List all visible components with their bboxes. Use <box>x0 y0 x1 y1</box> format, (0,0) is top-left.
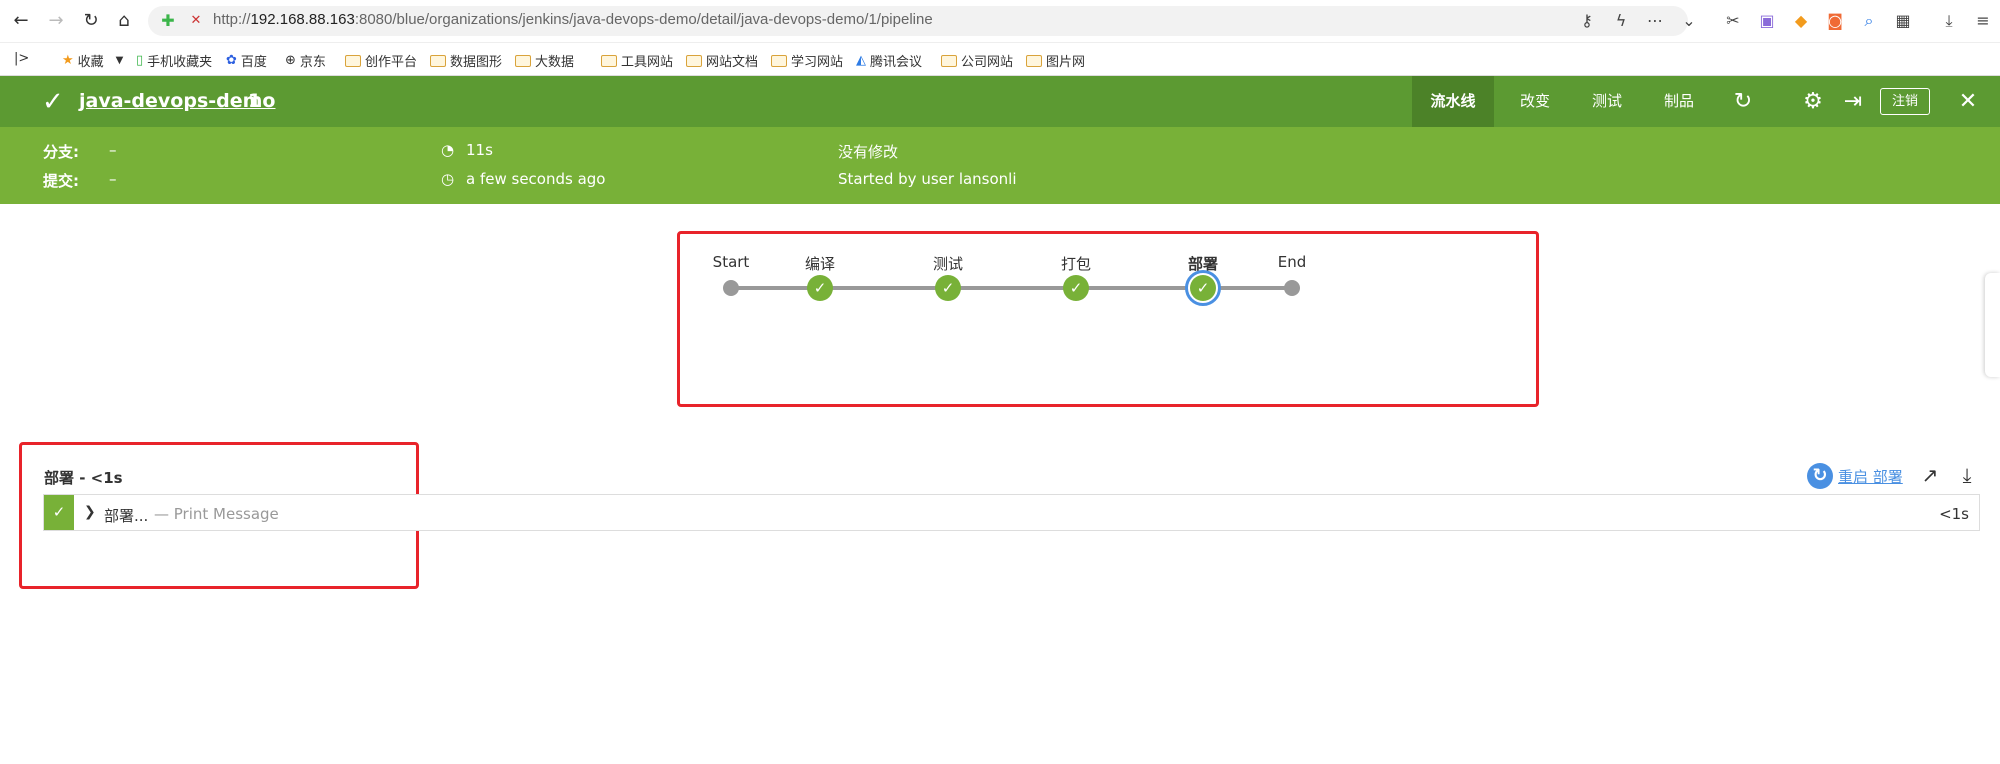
game-icon[interactable]: ◙ <box>1824 10 1846 32</box>
clock-icon: ◷ <box>441 170 455 188</box>
run-header: ✓ java-devops-demo 1 流水线 改变 测试 制品 ↻ ⚙ ⇥ … <box>0 76 2000 127</box>
meeting-icon: ◭ <box>856 53 866 68</box>
folder-icon <box>430 54 446 67</box>
bookmark-favorites[interactable]: ★ 收藏 ▼ <box>62 51 123 70</box>
bookmarks-bar: |> ★ 收藏 ▼ ▯ 手机收藏夹 ✿ 百度 ⊕ 京东 创作平台 数据图形 大数据 工具网… <box>0 43 2000 76</box>
stage-node-test[interactable]: ✓ <box>935 275 961 301</box>
forward-icon[interactable]: → <box>45 10 67 32</box>
bookmark-folder[interactable]: 学习网站 <box>771 51 843 70</box>
insecure-icon[interactable]: ✕ <box>185 10 207 32</box>
step-success-icon: ✓ <box>44 495 74 530</box>
folder-icon <box>515 54 531 67</box>
bookmark-mobile[interactable]: ▯ 手机收藏夹 <box>136 51 212 70</box>
stage-node-compile[interactable]: ✓ <box>807 275 833 301</box>
globe-icon: ⊕ <box>285 53 296 68</box>
baidu-icon: ✿ <box>226 53 237 68</box>
shield-icon[interactable]: ✚ <box>157 10 179 32</box>
folder-icon <box>941 54 957 67</box>
changes-text: 没有修改 <box>838 143 899 161</box>
star-icon: ★ <box>62 53 74 68</box>
gear-icon[interactable]: ⚙ <box>1800 89 1826 115</box>
start-node <box>723 280 739 296</box>
bookmark-folder[interactable]: 大数据 <box>515 51 574 70</box>
started-by: Started by user lansonli <box>838 170 1017 188</box>
restart-stage-link[interactable]: 重启 部署 <box>1838 466 1903 487</box>
commit-label: 提交: <box>43 172 79 190</box>
side-floating-widget[interactable] <box>1985 273 2000 377</box>
branch-label: 分支: <box>43 143 79 161</box>
refresh-icon[interactable]: ↻ <box>80 10 102 32</box>
stage-node-deploy[interactable]: ✓ <box>1190 275 1216 301</box>
search-icon[interactable]: ⌕ <box>1858 10 1880 32</box>
sidebar-toggle-icon[interactable]: |> <box>14 51 29 66</box>
back-icon[interactable]: ← <box>10 10 32 32</box>
scissors-icon[interactable]: ✂ <box>1722 10 1744 32</box>
commit-value: – <box>109 170 117 188</box>
classic-view-icon[interactable]: ⇥ <box>1840 89 1866 115</box>
step-panel-title: 部署 - <1s <box>44 469 123 487</box>
duration-value: 11s <box>466 141 493 159</box>
branch-value: – <box>109 141 117 159</box>
bookmark-folder[interactable]: 工具网站 <box>601 51 673 70</box>
folder-icon <box>771 54 787 67</box>
stage-label-compile[interactable]: 编译 <box>805 253 835 274</box>
stage-label-start: Start <box>712 253 750 271</box>
stage-label-package[interactable]: 打包 <box>1061 253 1091 274</box>
bookmark-folder[interactable]: 数据图形 <box>430 51 502 70</box>
bookmark-folder[interactable]: 公司网站 <box>941 51 1013 70</box>
download-log-icon[interactable]: ⤓ <box>1955 463 1979 487</box>
download-icon[interactable]: ⤓ <box>1938 10 1960 32</box>
time-ago: a few seconds ago <box>466 170 606 188</box>
stage-node-package[interactable]: ✓ <box>1063 275 1089 301</box>
bookmark-folder[interactable]: 图片网 <box>1026 51 1085 70</box>
key-icon[interactable]: ⚷ <box>1576 10 1598 32</box>
chevron-right-icon[interactable]: ❯ <box>84 504 96 520</box>
tab-pipeline[interactable]: 流水线 <box>1412 76 1494 127</box>
success-check-icon: ✓ <box>42 87 64 117</box>
bookmark-folder[interactable]: 创作平台 <box>345 51 417 70</box>
chevron-down-icon[interactable]: ⌄ <box>1678 10 1700 32</box>
open-external-icon[interactable]: ↗ <box>1918 463 1942 487</box>
close-icon[interactable]: ✕ <box>1955 89 1981 115</box>
stage-label-test[interactable]: 测试 <box>933 253 963 274</box>
tab-changes[interactable]: 改变 <box>1494 76 1576 127</box>
bookmark-jd[interactable]: ⊕ 京东 <box>285 51 326 70</box>
rerun-icon[interactable]: ↻ <box>1730 89 1756 115</box>
step-duration: <1s <box>1939 505 1969 523</box>
run-details: 分支: – 提交: – ◔ 11s ◷ a few seconds ago 没有… <box>0 127 2000 204</box>
end-node <box>1284 280 1300 296</box>
menu-icon[interactable]: ≡ <box>1972 10 1994 32</box>
url-text[interactable]: http://192.168.88.163:8080/blue/organiza… <box>213 11 933 28</box>
apps-icon[interactable]: ▦ <box>1892 10 1914 32</box>
step-name: 部署... <box>104 507 149 525</box>
duration-icon: ◔ <box>441 141 455 159</box>
step-message: — Print Message <box>154 505 279 523</box>
restart-icon[interactable]: ↻ <box>1807 463 1833 489</box>
coupon-icon[interactable]: ◆ <box>1790 10 1812 32</box>
step-row[interactable]: ✓ ❯ 部署... — Print Message <1s <box>43 494 1980 531</box>
phone-icon: ▯ <box>136 53 144 68</box>
tab-artifacts[interactable]: 制品 <box>1638 76 1720 127</box>
bookmark-meeting[interactable]: ◭ 腾讯会议 <box>856 51 922 70</box>
run-number: 1 <box>248 90 262 112</box>
pipeline-name-link[interactable]: java-devops-demo <box>79 90 276 112</box>
folder-icon <box>1026 54 1042 67</box>
translate-icon[interactable]: ▣ <box>1756 10 1778 32</box>
browser-toolbar: ← → ↻ ⌂ ✚ ✕ http://192.168.88.163:8080/b… <box>0 0 2000 43</box>
bookmark-baidu[interactable]: ✿ 百度 <box>226 51 267 70</box>
tab-tests[interactable]: 测试 <box>1566 76 1648 127</box>
more-icon[interactable]: ⋯ <box>1644 10 1666 32</box>
folder-icon <box>345 54 361 67</box>
home-icon[interactable]: ⌂ <box>113 10 135 32</box>
stage-label-end: End <box>1277 253 1307 271</box>
folder-icon <box>686 54 702 67</box>
chevron-down-icon: ▼ <box>115 55 124 66</box>
logout-button[interactable]: 注销 <box>1880 88 1930 115</box>
bookmark-folder[interactable]: 网站文档 <box>686 51 758 70</box>
folder-icon <box>601 54 617 67</box>
bolt-icon[interactable]: ϟ <box>1610 10 1632 32</box>
